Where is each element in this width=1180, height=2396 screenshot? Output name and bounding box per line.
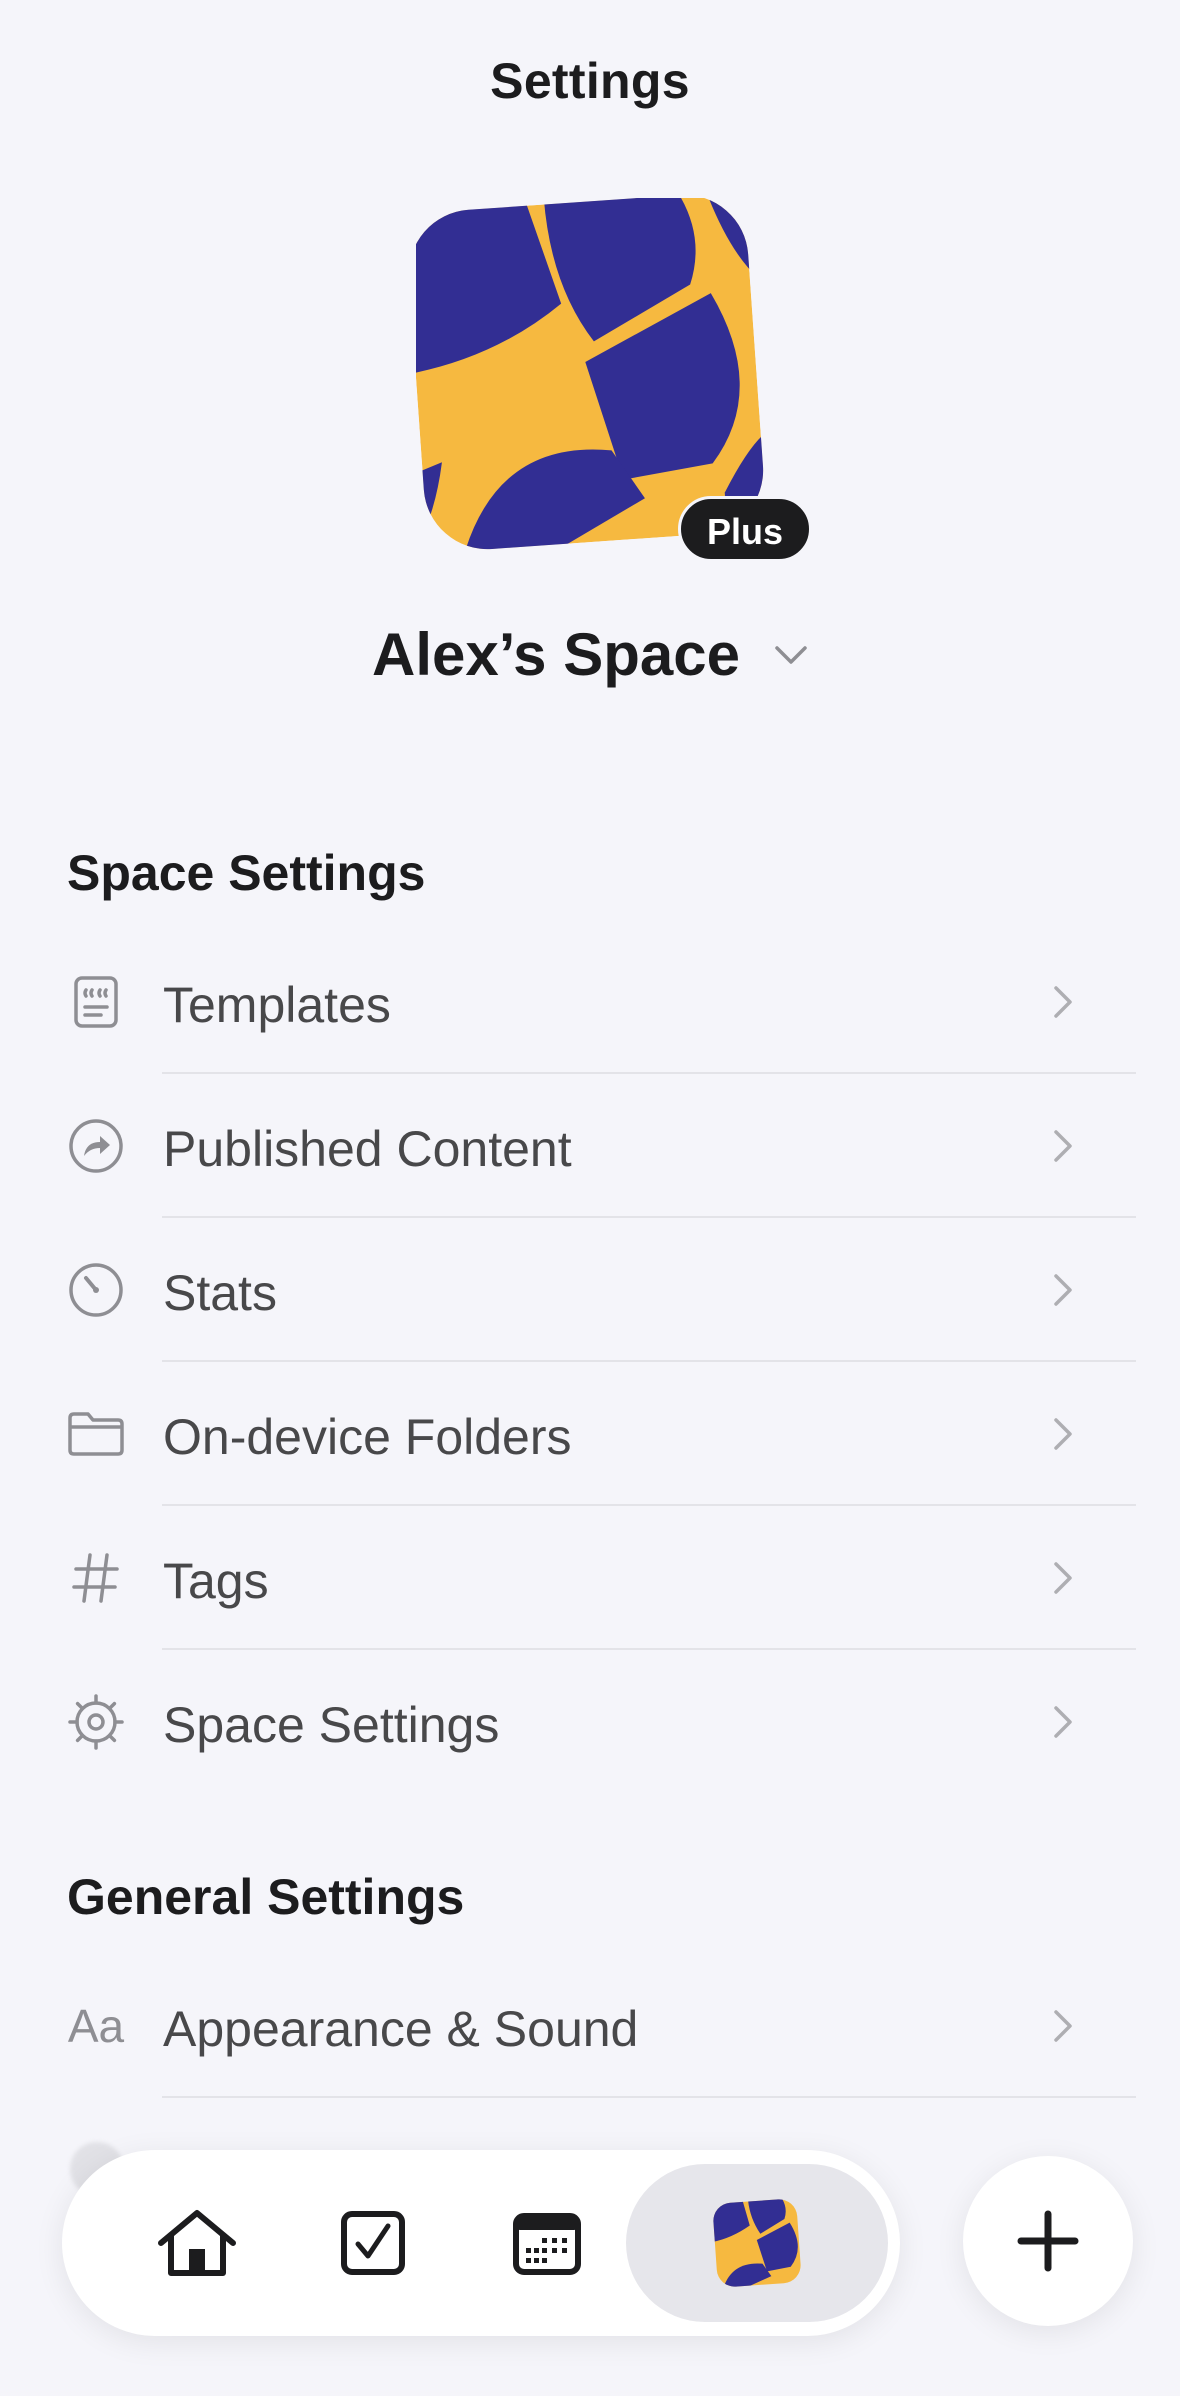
space-switcher[interactable]: Alex’s Space <box>0 620 1180 689</box>
template-icon <box>66 972 126 1032</box>
gear-icon <box>66 1692 126 1752</box>
tab-bar <box>62 2150 900 2336</box>
settings-row-tags[interactable]: Tags <box>0 1506 1180 1650</box>
page-title: Settings <box>490 53 690 109</box>
hash-icon <box>66 1548 126 1608</box>
settings-row-on-device-folders[interactable]: On-device Folders <box>0 1362 1180 1506</box>
space-avatar[interactable]: Plus <box>416 198 813 568</box>
divider <box>162 2096 1136 2098</box>
plus-icon <box>1017 2210 1079 2272</box>
share-arrow-icon <box>66 1116 126 1176</box>
chevron-right-icon <box>1054 1274 1072 1306</box>
settings-row-space-settings[interactable]: Space Settings <box>0 1650 1180 1794</box>
add-button[interactable] <box>963 2156 1133 2326</box>
settings-row-label: Appearance & Sound <box>163 2001 639 2057</box>
chevron-right-icon <box>1054 1706 1072 1738</box>
folder-icon <box>66 1404 126 1464</box>
gauge-icon <box>66 1260 126 1320</box>
settings-row-label: Templates <box>163 977 391 1033</box>
home-icon <box>158 2210 236 2276</box>
settings-row-templates[interactable]: Templates <box>0 930 1180 1074</box>
tab-calendar[interactable] <box>482 2150 612 2336</box>
settings-row-label: On-device Folders <box>163 1409 572 1465</box>
chevron-right-icon <box>1054 1562 1072 1594</box>
settings-row-label: Stats <box>163 1265 277 1321</box>
tab-home[interactable] <box>132 2150 262 2336</box>
space-name: Alex’s Space <box>372 621 740 688</box>
settings-row-label: Space Settings <box>163 1697 500 1753</box>
settings-row-stats[interactable]: Stats <box>0 1218 1180 1362</box>
chevron-right-icon <box>1054 2010 1072 2042</box>
plan-badge: Plus <box>678 496 813 562</box>
chevron-down-icon <box>775 645 807 664</box>
tab-space[interactable] <box>626 2150 888 2336</box>
text-size-icon: Aa <box>67 2000 125 2052</box>
calendar-icon <box>513 2213 581 2275</box>
tab-tasks[interactable] <box>308 2150 438 2336</box>
settings-row-label: Published Content <box>163 1121 572 1177</box>
chevron-right-icon <box>1054 1418 1072 1450</box>
section-header-general-settings: General Settings <box>67 1869 465 1925</box>
chevron-right-icon <box>1054 986 1072 1018</box>
settings-row-appearance-sound[interactable]: Aa Appearance & Sound <box>0 1954 1180 2098</box>
checkbox-icon <box>341 2211 405 2275</box>
settings-row-published-content[interactable]: Published Content <box>0 1074 1180 1218</box>
space-avatar-icon <box>712 2198 802 2288</box>
section-header-space-settings: Space Settings <box>67 845 426 901</box>
settings-row-label: Tags <box>163 1553 269 1609</box>
chevron-right-icon <box>1054 1130 1072 1162</box>
